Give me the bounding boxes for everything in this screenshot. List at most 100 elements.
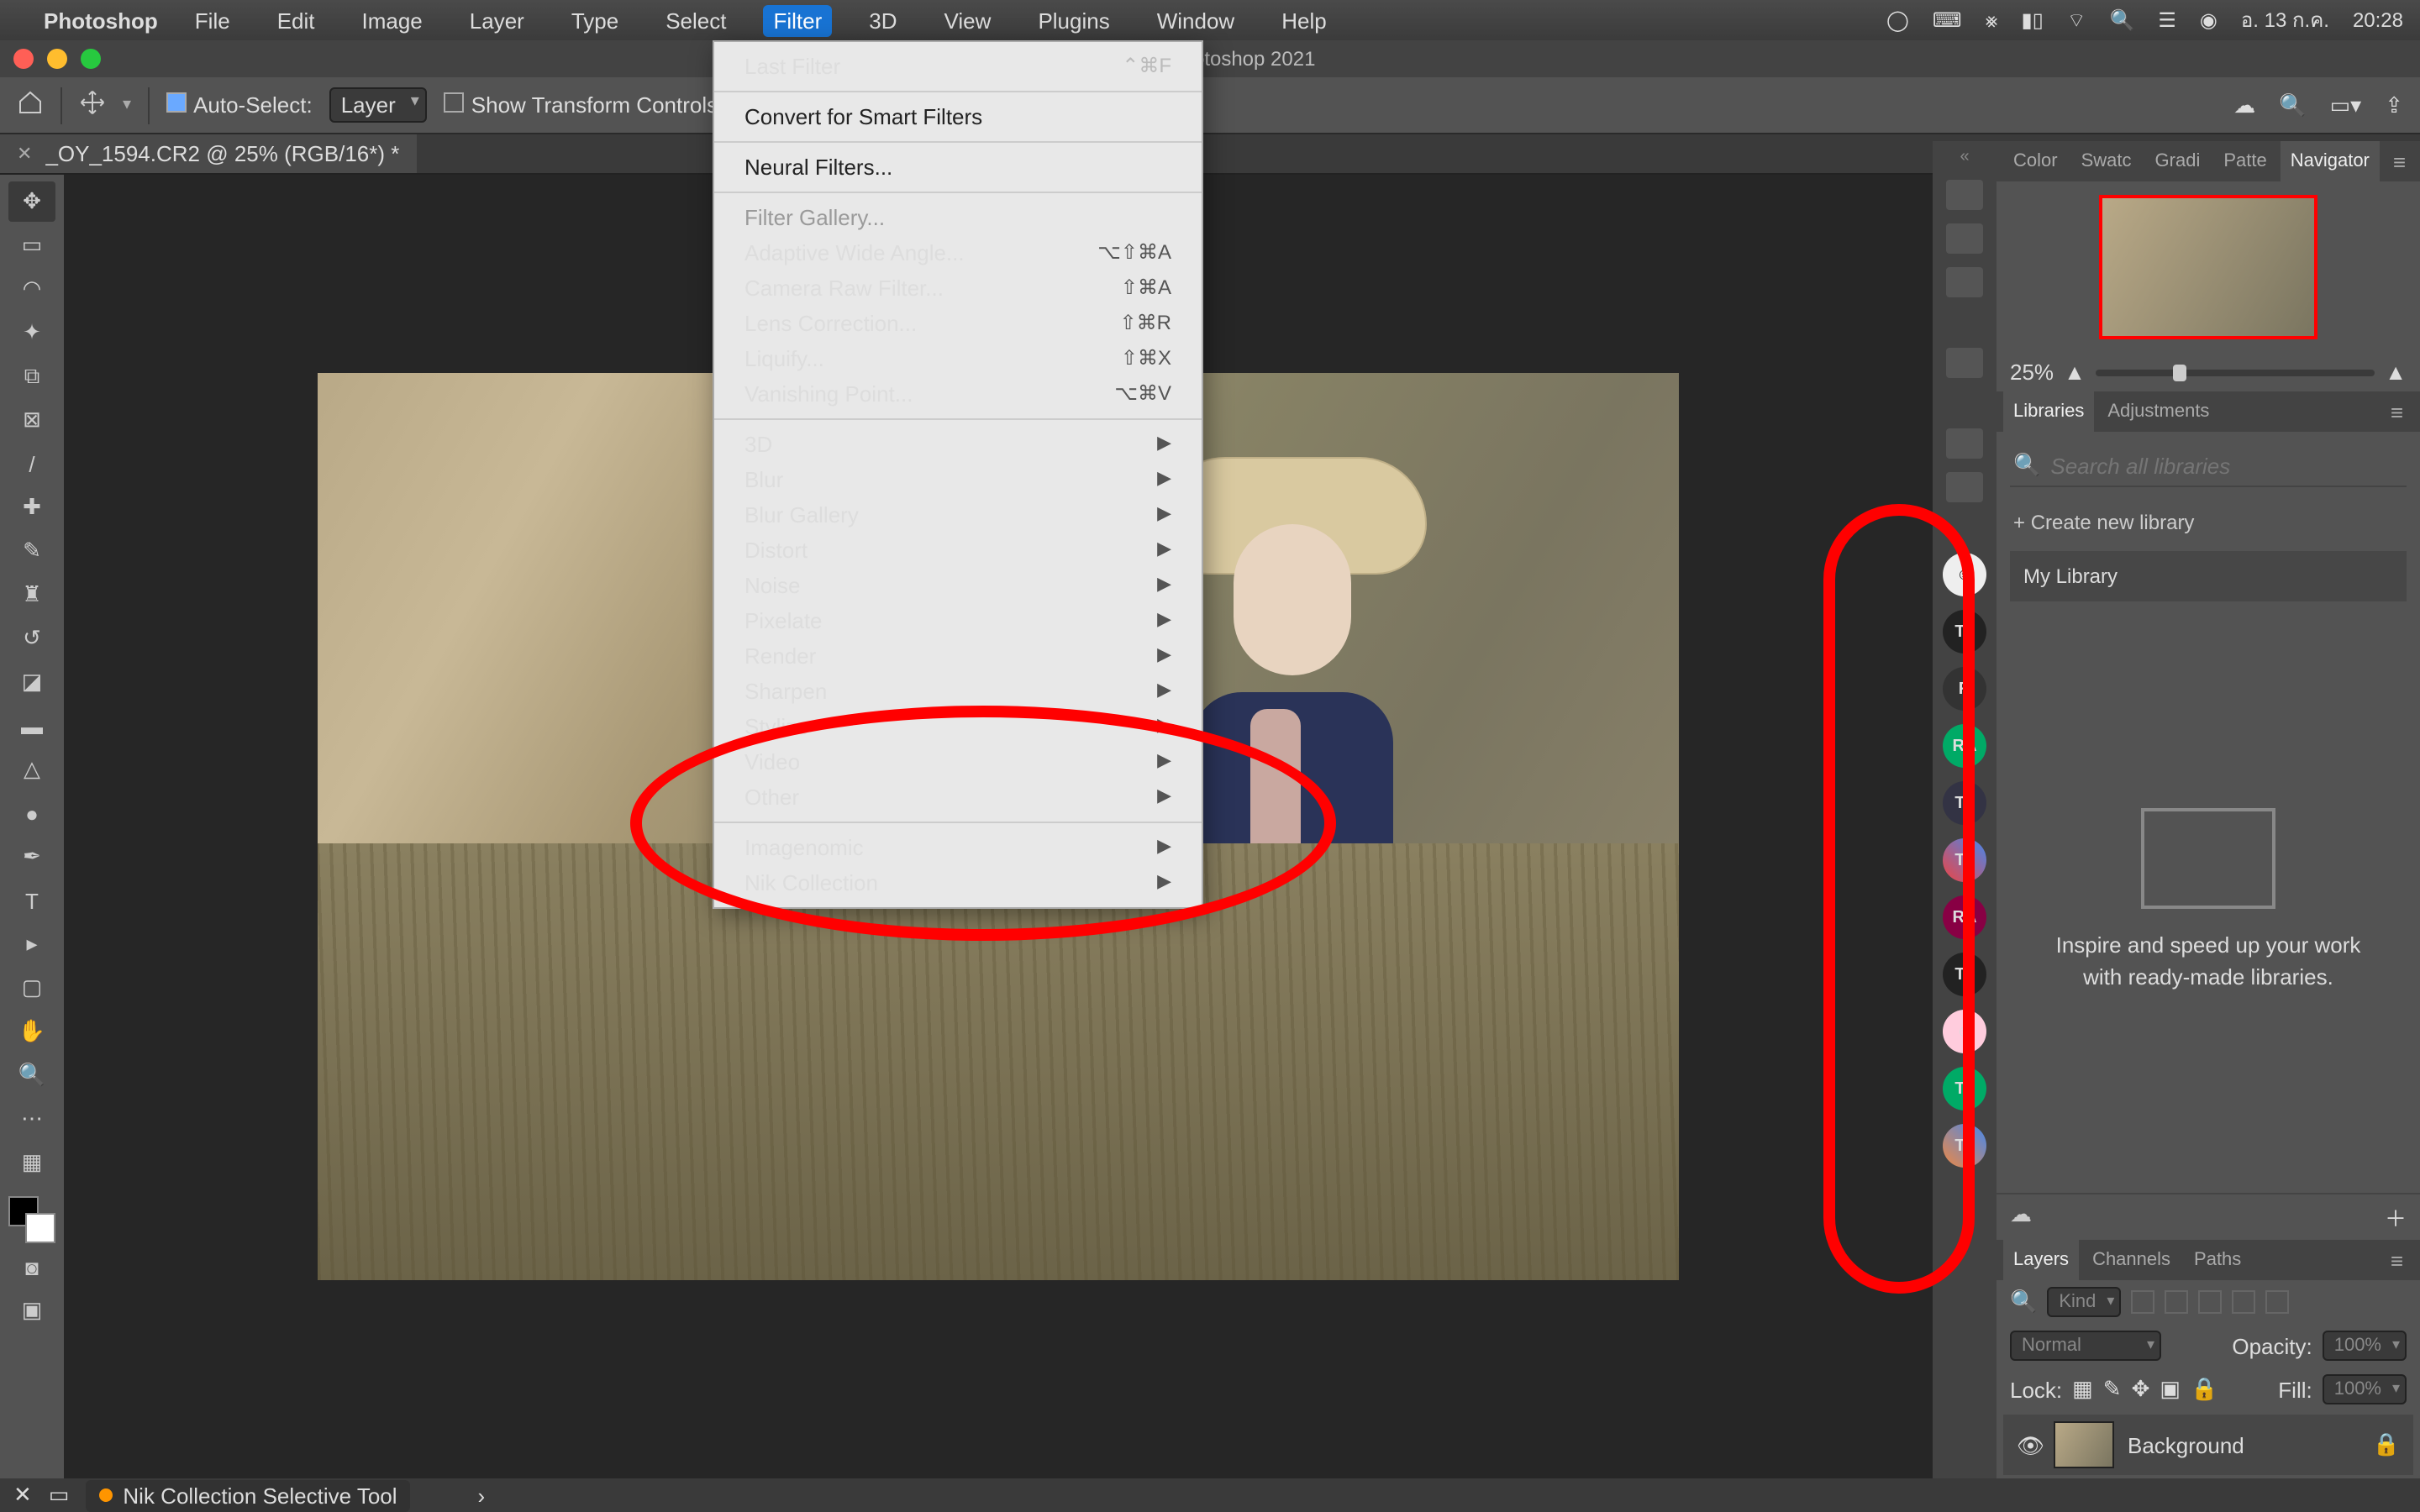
tool-preset-dropdown[interactable]: ▾: [123, 96, 131, 114]
tab-navigator[interactable]: Navigator: [2281, 141, 2380, 181]
hand-tool[interactable]: ✋: [8, 1011, 55, 1052]
more-tools[interactable]: ⋯: [8, 1099, 55, 1139]
menu-image[interactable]: Image: [352, 4, 433, 36]
lasso-tool[interactable]: ◠: [8, 269, 55, 309]
library-item[interactable]: My Library: [2010, 551, 2407, 601]
zoom-in-icon[interactable]: ▲: [2385, 360, 2407, 385]
layer-background[interactable]: 👁 Background 🔒: [2003, 1415, 2413, 1475]
menu-date[interactable]: อ. 13 ก.ค.: [2241, 4, 2329, 36]
library-search[interactable]: 🔍: [2010, 445, 2407, 487]
panel-menu-icon[interactable]: ≡: [2383, 149, 2416, 174]
visibility-icon[interactable]: 👁: [2017, 1433, 2040, 1457]
search-app-icon[interactable]: 🔍: [2279, 92, 2306, 118]
menu-select[interactable]: Select: [655, 4, 736, 36]
kind-dropdown[interactable]: Kind: [2047, 1287, 2121, 1317]
menu-noise-sub[interactable]: Noise▶: [714, 568, 1202, 603]
move-tool-icon[interactable]: [79, 89, 106, 121]
menu-video-sub[interactable]: Video▶: [714, 744, 1202, 780]
menu-plugins[interactable]: Plugins: [1028, 4, 1119, 36]
tab-gradients[interactable]: Gradi: [2145, 141, 2211, 181]
navigator-thumbnail[interactable]: [2099, 195, 2317, 339]
tab-color[interactable]: Color: [2003, 141, 2068, 181]
tab-channels[interactable]: Channels: [2082, 1240, 2181, 1280]
plugin-face-icon[interactable]: ☺: [1943, 1010, 1986, 1053]
workspace-switcher[interactable]: ▭▾: [2330, 92, 2362, 118]
status-close-icon[interactable]: ✕: [13, 1482, 32, 1509]
home-button[interactable]: [17, 89, 44, 121]
keyboard-icon[interactable]: ⌨: [1933, 8, 1962, 32]
plugin-tk6-icon[interactable]: Tk: [1943, 1124, 1986, 1168]
maximize-window-button[interactable]: [81, 49, 101, 69]
frame-tool[interactable]: ⊠: [8, 400, 55, 440]
opacity-value[interactable]: 100%: [2323, 1331, 2407, 1361]
shape-tool[interactable]: ▢: [8, 968, 55, 1008]
menu-file[interactable]: File: [185, 4, 240, 36]
filter-type-icon[interactable]: [2198, 1290, 2222, 1314]
menu-help[interactable]: Help: [1271, 4, 1337, 36]
lock-pos-icon[interactable]: ✥: [2132, 1376, 2150, 1403]
pen-tool[interactable]: ✒: [8, 837, 55, 877]
battery-icon[interactable]: ▮▯: [2021, 8, 2043, 32]
marquee-tool[interactable]: ▭: [8, 225, 55, 265]
menu-type[interactable]: Type: [561, 4, 629, 36]
cloud-docs-icon[interactable]: ☁: [2233, 92, 2255, 118]
panel-icon-3[interactable]: [1946, 267, 1983, 297]
menu-view[interactable]: View: [934, 4, 1002, 36]
panel-icon-5[interactable]: [1946, 428, 1983, 459]
panel-menu-icon[interactable]: ≡: [2381, 1247, 2413, 1273]
cc-icon[interactable]: ◯: [1886, 8, 1909, 32]
brush-tool[interactable]: ✎: [8, 531, 55, 571]
menu-camera-raw[interactable]: Camera Raw Filter...⇧⌘A: [714, 270, 1202, 306]
minimize-window-button[interactable]: [47, 49, 67, 69]
document-tab[interactable]: ✕ _OY_1594.CR2 @ 25% (RGB/16*) *: [0, 134, 416, 173]
filter-adjust-icon[interactable]: [2165, 1290, 2188, 1314]
filter-kind-icon[interactable]: 🔍: [2010, 1289, 2037, 1315]
blend-mode-dropdown[interactable]: Normal: [2010, 1331, 2161, 1361]
status-tool-indicator[interactable]: Nik Collection Selective Tool: [86, 1479, 410, 1511]
plugin-tk5-icon[interactable]: Tk: [1943, 1067, 1986, 1110]
menu-time[interactable]: 20:28: [2353, 8, 2403, 32]
menu-3d-sub[interactable]: 3D▶: [714, 427, 1202, 462]
panel-menu-icon[interactable]: ≡: [2381, 399, 2413, 424]
screen-mode[interactable]: ▣: [8, 1290, 55, 1331]
search-icon[interactable]: 🔍: [2109, 8, 2134, 32]
stamp-tool[interactable]: ♜: [8, 575, 55, 615]
lock-paint-icon[interactable]: ✎: [2103, 1376, 2122, 1403]
close-window-button[interactable]: [13, 49, 34, 69]
library-search-input[interactable]: [2050, 453, 2403, 478]
tab-patterns[interactable]: Patte: [2213, 141, 2276, 181]
plugin-tk3-icon[interactable]: Tk: [1943, 838, 1986, 882]
menu-blur-gallery-sub[interactable]: Blur Gallery▶: [714, 497, 1202, 533]
eyedropper-tool[interactable]: /: [8, 444, 55, 484]
menu-lens-correction[interactable]: Lens Correction...⇧⌘R: [714, 306, 1202, 341]
menu-sharpen-sub[interactable]: Sharpen▶: [714, 674, 1202, 709]
filter-shape-icon[interactable]: [2232, 1290, 2255, 1314]
cloud-icon[interactable]: ☁: [2010, 1201, 2032, 1233]
plugin-ra-icon[interactable]: RA: [1943, 724, 1986, 768]
share-icon[interactable]: ⇪: [2385, 92, 2403, 118]
menu-imagenomic-sub[interactable]: Imagenomic▶: [714, 830, 1202, 865]
eraser-tool[interactable]: ◪: [8, 662, 55, 702]
zoom-slider[interactable]: [2096, 369, 2375, 375]
menu-other-sub[interactable]: Other▶: [714, 780, 1202, 815]
siri-icon[interactable]: ◉: [2200, 8, 2217, 32]
quick-mask[interactable]: ◙: [8, 1247, 55, 1287]
dodge-tool[interactable]: ●: [8, 793, 55, 833]
menu-stylize-sub[interactable]: Stylize▶: [714, 709, 1202, 744]
plugin-tk4-icon[interactable]: Tk: [1943, 953, 1986, 996]
edit-toolbar[interactable]: ▦: [8, 1142, 55, 1183]
lock-all-icon[interactable]: 🔒: [2191, 1376, 2217, 1403]
menu-convert-smart[interactable]: Convert for Smart Filters: [714, 99, 1202, 134]
menu-blur-sub[interactable]: Blur▶: [714, 462, 1202, 497]
auto-select-dropdown[interactable]: Layer: [329, 87, 428, 123]
quick-select-tool[interactable]: ✦: [8, 312, 55, 353]
lock-icon[interactable]: 🔒: [2373, 1431, 2400, 1458]
blur-tool[interactable]: △: [8, 749, 55, 790]
plugin-tk-icon[interactable]: Tk: [1943, 610, 1986, 654]
menu-adaptive-wide[interactable]: Adaptive Wide Angle...⌥⇧⌘A: [714, 235, 1202, 270]
plugin-tk2-icon[interactable]: Tk: [1943, 781, 1986, 825]
menu-window[interactable]: Window: [1147, 4, 1245, 36]
menu-edit[interactable]: Edit: [267, 4, 325, 36]
gradient-tool[interactable]: ▬: [8, 706, 55, 746]
plugin-portraiture-icon[interactable]: ☺: [1943, 553, 1986, 596]
